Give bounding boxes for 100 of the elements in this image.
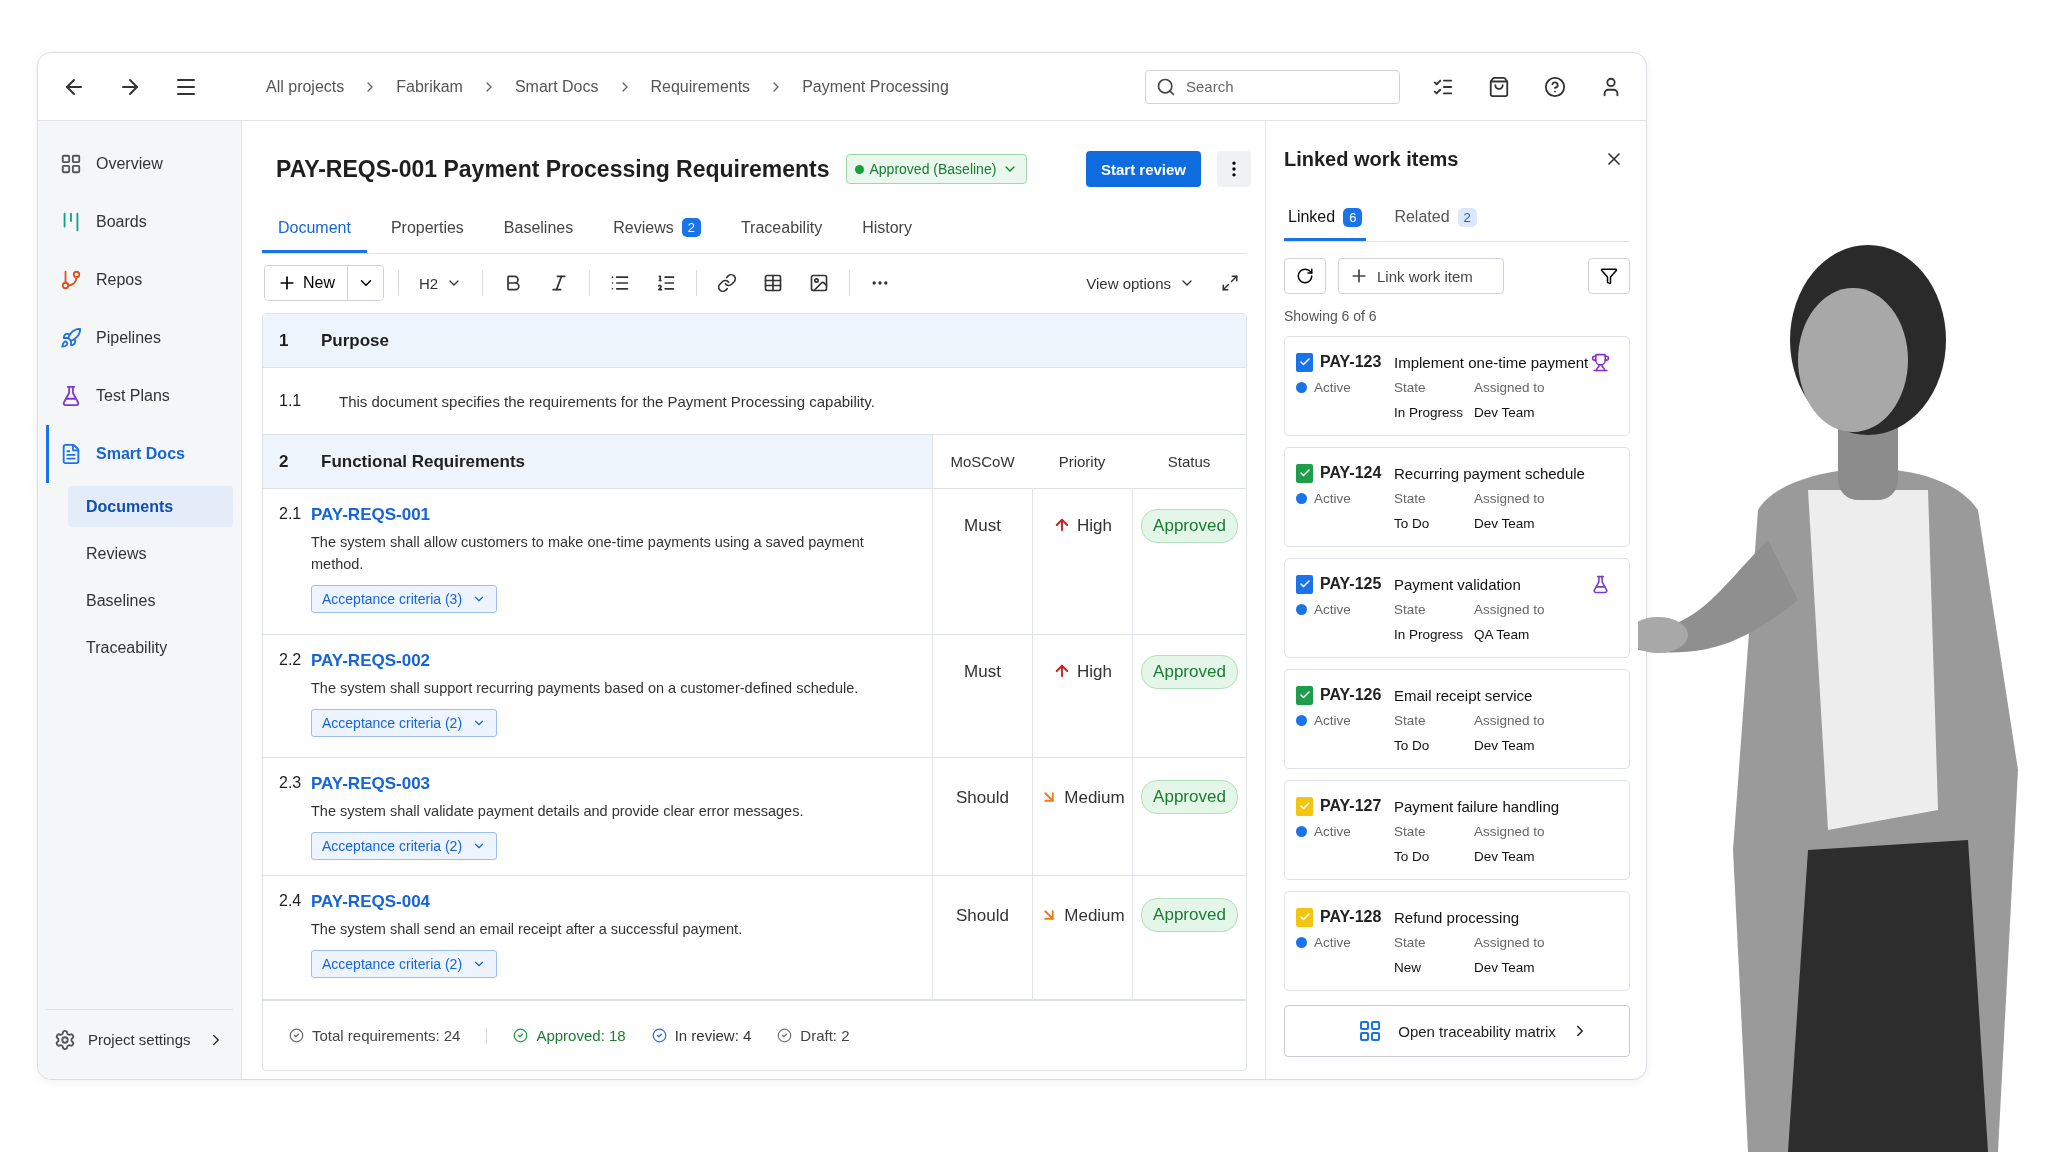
work-item-id: PAY-125 — [1320, 575, 1383, 593]
acceptance-criteria-dropdown[interactable]: Acceptance criteria (2) — [311, 950, 498, 978]
count-badge: 6 — [1343, 207, 1363, 227]
requirement-text: The system shall allow customers to make one-time payments using a saved payment method. — [311, 533, 865, 574]
status-dot — [1296, 493, 1307, 504]
sidebar-item[interactable]: Test Plans — [46, 367, 233, 425]
work-item-id: PAY-127 — [1320, 797, 1383, 815]
view-options-dropdown[interactable]: View options — [1080, 270, 1201, 296]
field-label: State — [1394, 380, 1427, 395]
work-item-card[interactable]: PAY-125 Payment validation Active State Assigned to In Progress QA Team — [1284, 558, 1630, 658]
section-number: 2 — [278, 451, 290, 472]
grid-icon — [60, 153, 82, 175]
assignee-value: Dev Team — [1474, 960, 1536, 975]
work-item-card[interactable]: PAY-128 Refund processing Active State Assigned to New Dev Team — [1284, 891, 1630, 991]
breadcrumb-link[interactable]: Payment Processing — [802, 77, 949, 96]
stat-text: In review: 4 — [674, 1027, 752, 1044]
search-field[interactable]: Search — [1145, 69, 1400, 104]
sidebar-item[interactable]: Boards — [46, 193, 233, 251]
check-icon — [1298, 578, 1311, 590]
moscow-cell-text: Should — [956, 906, 1009, 927]
heading-dropdown[interactable]: H2 — [413, 270, 469, 296]
requirement-link[interactable]: PAY-REQS-002 — [311, 651, 431, 671]
start-review-button[interactable]: Start review — [1085, 151, 1201, 188]
acceptance-criteria-dropdown[interactable]: Acceptance criteria (3) — [311, 585, 498, 613]
panel-title: Linked work items — [1284, 147, 1459, 171]
status-dot — [1296, 382, 1307, 393]
acceptance-criteria-dropdown[interactable]: Acceptance criteria (2) — [311, 832, 498, 860]
row-number: 2.2 — [278, 651, 303, 670]
work-item-card[interactable]: PAY-127 Payment failure handling Active State Assigned to To Do Dev Team — [1284, 780, 1630, 880]
work-item-status: Active — [1296, 491, 1394, 506]
sidebar-subitem[interactable]: Baselines — [68, 580, 233, 621]
sidebar-subitem[interactable]: Documents — [68, 486, 233, 527]
status-pill: Approved — [1141, 780, 1238, 814]
requirement-text: The system shall validate payment details and provide clear error messages. — [311, 802, 804, 821]
field-label: State — [1394, 824, 1427, 839]
work-item-card[interactable]: PAY-124 Recurring payment schedule Active State Assigned to To Do Dev Team — [1284, 447, 1630, 547]
priority-cell: High — [1053, 662, 1112, 757]
flask-icon — [1591, 574, 1610, 594]
sidebar-item[interactable]: Pipelines — [46, 309, 233, 367]
breadcrumb-link[interactable]: Smart Docs — [514, 77, 599, 96]
check-icon — [1298, 467, 1311, 479]
field-label: State — [1394, 602, 1427, 617]
sidebar-item[interactable]: Repos — [46, 251, 233, 309]
tab[interactable]: Document — [262, 205, 367, 253]
assignee-value: QA Team — [1474, 627, 1531, 642]
more-icon[interactable] — [1217, 151, 1251, 188]
work-item-card[interactable]: PAY-126 Email receipt service Active State Assigned to To Do Dev Team — [1284, 669, 1630, 769]
acceptance-criteria-dropdown[interactable]: Acceptance criteria (2) — [311, 709, 498, 737]
document-icon — [60, 443, 82, 465]
tab[interactable]: Properties — [374, 205, 480, 253]
section-number: 1 — [278, 330, 290, 351]
field-label: State — [1394, 935, 1427, 950]
status-dot — [1296, 826, 1307, 837]
sidebar-subitem[interactable]: Traceability — [68, 627, 233, 668]
rocket-icon — [60, 327, 82, 349]
grid-icon — [1358, 1019, 1383, 1043]
panel-tab[interactable]: Linked 6 — [1284, 196, 1367, 241]
breadcrumb-link[interactable]: Fabrikam — [396, 77, 463, 96]
status-pill: Approved — [1141, 509, 1238, 543]
project-settings-link[interactable]: Project settings — [46, 1009, 233, 1069]
check-circle-icon — [289, 1028, 304, 1043]
moscow-cell-text: Should — [956, 788, 1009, 809]
field-label: Assigned to — [1474, 602, 1546, 617]
sidebar-item[interactable]: Overview — [46, 135, 233, 193]
column-header: MoSCoW — [932, 435, 1032, 488]
row-number: 2.4 — [278, 892, 303, 911]
state-value: In Progress — [1394, 627, 1465, 642]
stat-text: Draft: 2 — [800, 1027, 850, 1044]
work-item-title: Implement one-time payment — [1394, 353, 1590, 371]
panel-tab[interactable]: Related 2 — [1390, 196, 1481, 241]
check-icon — [1298, 356, 1311, 368]
sidebar-item[interactable]: Smart Docs — [46, 425, 233, 483]
state-value: To Do — [1394, 849, 1431, 864]
settings-icon — [54, 1028, 76, 1051]
work-item-status: Active — [1296, 713, 1394, 728]
requirement-link[interactable]: PAY-REQS-001 — [311, 505, 431, 525]
open-matrix-button[interactable]: Open traceability matrix — [1284, 1005, 1630, 1057]
requirement-link[interactable]: PAY-REQS-003 — [311, 774, 431, 794]
work-item-title: Refund processing — [1394, 908, 1521, 926]
work-item-id: PAY-126 — [1320, 686, 1383, 704]
breadcrumb-link[interactable]: All projects — [266, 77, 345, 96]
work-item-card[interactable]: PAY-123 Implement one-time payment Active State Assigned to In Progress Dev Team — [1284, 336, 1630, 436]
refresh-icon[interactable] — [1284, 258, 1326, 294]
tab[interactable]: Reviews 2 — [597, 205, 717, 253]
paragraph: This document specifies the requirements for the Payment Processing capability. — [338, 392, 875, 410]
filter-icon[interactable] — [1588, 258, 1630, 294]
tab[interactable]: History — [846, 205, 928, 253]
field-label: Assigned to — [1474, 380, 1546, 395]
column-header: Status — [1132, 435, 1246, 488]
link-work-item-button[interactable]: Link work item — [1338, 258, 1504, 294]
sidebar-subitem[interactable]: Reviews — [68, 533, 233, 574]
row-number: 1.1 — [278, 392, 303, 410]
status-dropdown[interactable]: Approved (Baseline) — [845, 154, 1028, 185]
work-item-title: Email receipt service — [1394, 686, 1534, 704]
requirement-link[interactable]: PAY-REQS-004 — [311, 892, 431, 912]
state-value: In Progress — [1394, 405, 1465, 420]
tab[interactable]: Baselines — [487, 205, 590, 253]
breadcrumb-link[interactable]: Requirements — [650, 77, 751, 96]
work-item-id: PAY-128 — [1320, 908, 1383, 926]
tab[interactable]: Traceability — [724, 205, 839, 253]
